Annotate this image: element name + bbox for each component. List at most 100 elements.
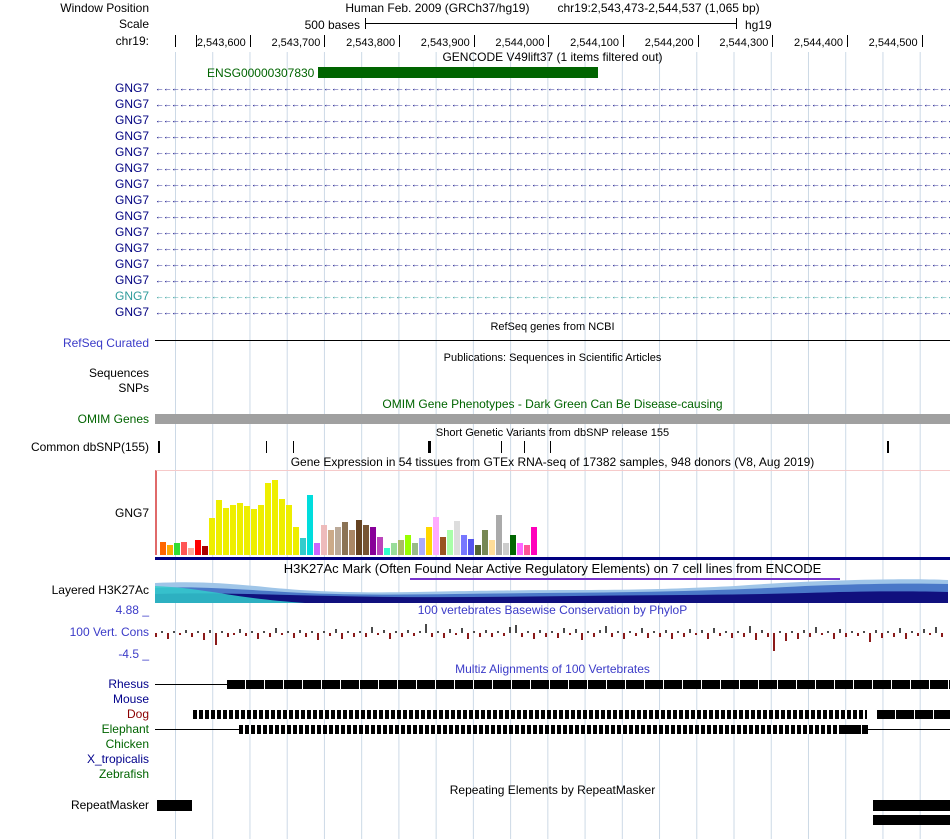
gtex-bar[interactable] bbox=[286, 505, 292, 555]
gtex-bar[interactable] bbox=[482, 530, 488, 555]
gtex-bar[interactable] bbox=[503, 543, 509, 555]
conservation-wiggle[interactable] bbox=[155, 617, 950, 661]
gtex-bar[interactable] bbox=[300, 538, 306, 555]
gtex-bar[interactable] bbox=[398, 540, 404, 555]
gtex-bar[interactable] bbox=[160, 542, 166, 555]
species-label[interactable]: Elephant bbox=[0, 722, 155, 737]
gtex-bar[interactable] bbox=[251, 509, 257, 555]
species-label[interactable]: Zebrafish bbox=[0, 767, 155, 782]
gtex-bar[interactable] bbox=[195, 540, 201, 555]
gtex-bar[interactable] bbox=[181, 542, 187, 555]
gtex-bar[interactable] bbox=[370, 527, 376, 555]
gtex-bar[interactable] bbox=[272, 480, 278, 555]
gtex-bar[interactable] bbox=[426, 527, 432, 555]
snp-tick[interactable] bbox=[500, 441, 502, 453]
gtex-bar[interactable] bbox=[244, 506, 250, 555]
gtex-bar[interactable] bbox=[363, 525, 369, 555]
gtex-bar[interactable] bbox=[321, 525, 327, 555]
transcript-label[interactable]: GNG7 bbox=[0, 176, 155, 192]
gtex-bar[interactable] bbox=[328, 530, 334, 555]
h3k27ac-label[interactable]: Layered H3K27Ac bbox=[0, 577, 155, 603]
alignment-track[interactable] bbox=[155, 752, 950, 767]
gtex-bar[interactable] bbox=[468, 539, 474, 555]
gtex-bar[interactable] bbox=[433, 517, 439, 555]
gtex-bar-chart[interactable] bbox=[155, 470, 950, 555]
h3k27ac-chart[interactable] bbox=[155, 577, 950, 603]
gtex-bar[interactable] bbox=[349, 530, 355, 555]
transcript-label[interactable]: GNG7 bbox=[0, 128, 155, 144]
transcript-line[interactable]: ←←←←←←←←←←←←←←←←←←←←←←←←←←←←←←←←←←←←←←←←… bbox=[155, 224, 950, 240]
transcript-line[interactable]: ←←←←←←←←←←←←←←←←←←←←←←←←←←←←←←←←←←←←←←←←… bbox=[155, 272, 950, 288]
gtex-bar[interactable] bbox=[293, 527, 299, 555]
transcript-line[interactable]: ←←←←←←←←←←←←←←←←←←←←←←←←←←←←←←←←←←←←←←←←… bbox=[155, 128, 950, 144]
gtex-bar[interactable] bbox=[510, 535, 516, 555]
gtex-bar[interactable] bbox=[216, 500, 222, 555]
gtex-bar[interactable] bbox=[419, 538, 425, 555]
alignment-track[interactable] bbox=[155, 767, 950, 782]
gtex-bar[interactable] bbox=[188, 548, 194, 555]
snp-tick[interactable] bbox=[158, 441, 161, 453]
gtex-bar[interactable] bbox=[475, 545, 481, 555]
gtex-bar[interactable] bbox=[307, 495, 313, 555]
omim-genes-track[interactable] bbox=[155, 412, 950, 426]
gtex-gene-label[interactable]: GNG7 bbox=[0, 470, 155, 555]
gtex-bar[interactable] bbox=[209, 518, 215, 555]
alignment-track[interactable] bbox=[155, 677, 950, 692]
transcript-label[interactable]: GNG7 bbox=[0, 80, 155, 96]
transcript-line[interactable]: ←←←←←←←←←←←←←←←←←←←←←←←←←←←←←←←←←←←←←←←←… bbox=[155, 144, 950, 160]
transcript-line[interactable]: ←←←←←←←←←←←←←←←←←←←←←←←←←←←←←←←←←←←←←←←←… bbox=[155, 80, 950, 96]
gtex-bar[interactable] bbox=[356, 520, 362, 555]
gtex-bar[interactable] bbox=[391, 543, 397, 555]
snp-tick[interactable] bbox=[523, 441, 525, 453]
gtex-bar[interactable] bbox=[531, 527, 537, 555]
gtex-bar[interactable] bbox=[377, 537, 383, 555]
gtex-bar[interactable] bbox=[335, 527, 341, 555]
refseq-curated-track[interactable] bbox=[155, 335, 950, 351]
gtex-bar[interactable] bbox=[489, 540, 495, 555]
dbsnp-label[interactable]: Common dbSNP(155) bbox=[0, 440, 155, 454]
transcript-line[interactable]: ←←←←←←←←←←←←←←←←←←←←←←←←←←←←←←←←←←←←←←←←… bbox=[155, 160, 950, 176]
species-label[interactable]: Dog bbox=[0, 707, 155, 722]
transcript-label[interactable]: GNG7 bbox=[0, 240, 155, 256]
gtex-bar[interactable] bbox=[405, 535, 411, 555]
transcript-label[interactable]: GNG7 bbox=[0, 160, 155, 176]
snp-tick[interactable] bbox=[265, 441, 267, 453]
gtex-bar[interactable] bbox=[223, 508, 229, 555]
gtex-bar[interactable] bbox=[258, 505, 264, 555]
transcript-label[interactable]: GNG7 bbox=[0, 224, 155, 240]
snp-tick[interactable] bbox=[293, 441, 295, 453]
transcript-line[interactable]: ←←←←←←←←←←←←←←←←←←←←←←←←←←←←←←←←←←←←←←←←… bbox=[155, 304, 950, 320]
gtex-bar[interactable] bbox=[524, 545, 530, 555]
snps-label[interactable]: SNPs bbox=[0, 381, 155, 396]
gtex-bar[interactable] bbox=[230, 505, 236, 555]
transcript-line[interactable]: ←←←←←←←←←←←←←←←←←←←←←←←←←←←←←←←←←←←←←←←←… bbox=[155, 192, 950, 208]
gene-id-label[interactable]: ENSG00000307830 bbox=[207, 66, 314, 81]
repeatmasker-track-2[interactable] bbox=[155, 813, 950, 825]
gtex-bar[interactable] bbox=[314, 543, 320, 555]
gene-bar[interactable] bbox=[318, 67, 599, 78]
species-label[interactable]: Chicken bbox=[0, 737, 155, 752]
gtex-bar[interactable] bbox=[447, 530, 453, 555]
transcript-label[interactable]: GNG7 bbox=[0, 112, 155, 128]
species-label[interactable]: Mouse bbox=[0, 692, 155, 707]
transcript-line[interactable]: ←←←←←←←←←←←←←←←←←←←←←←←←←←←←←←←←←←←←←←←←… bbox=[155, 176, 950, 192]
transcript-label[interactable]: GNG7 bbox=[0, 192, 155, 208]
gtex-bar[interactable] bbox=[496, 515, 502, 555]
omim-genes-label[interactable]: OMIM Genes bbox=[0, 412, 155, 426]
conservation-label[interactable]: 100 Vert. Cons bbox=[70, 625, 149, 639]
transcript-label[interactable]: GNG7 bbox=[0, 96, 155, 112]
alignment-track[interactable] bbox=[155, 722, 950, 737]
gtex-bar[interactable] bbox=[342, 522, 348, 555]
alignment-track[interactable] bbox=[155, 692, 950, 707]
transcript-line[interactable]: ←←←←←←←←←←←←←←←←←←←←←←←←←←←←←←←←←←←←←←←←… bbox=[155, 288, 950, 304]
transcript-line[interactable]: ←←←←←←←←←←←←←←←←←←←←←←←←←←←←←←←←←←←←←←←←… bbox=[155, 256, 950, 272]
gtex-bar[interactable] bbox=[279, 499, 285, 555]
gtex-bar[interactable] bbox=[174, 543, 180, 555]
transcript-line[interactable]: ←←←←←←←←←←←←←←←←←←←←←←←←←←←←←←←←←←←←←←←←… bbox=[155, 208, 950, 224]
dbsnp-track[interactable] bbox=[155, 440, 950, 454]
repeat-box[interactable] bbox=[157, 800, 192, 811]
species-label[interactable]: Rhesus bbox=[0, 677, 155, 692]
repeat-box[interactable] bbox=[872, 800, 950, 811]
gtex-bar[interactable] bbox=[265, 483, 271, 555]
snp-tick[interactable] bbox=[887, 441, 890, 453]
